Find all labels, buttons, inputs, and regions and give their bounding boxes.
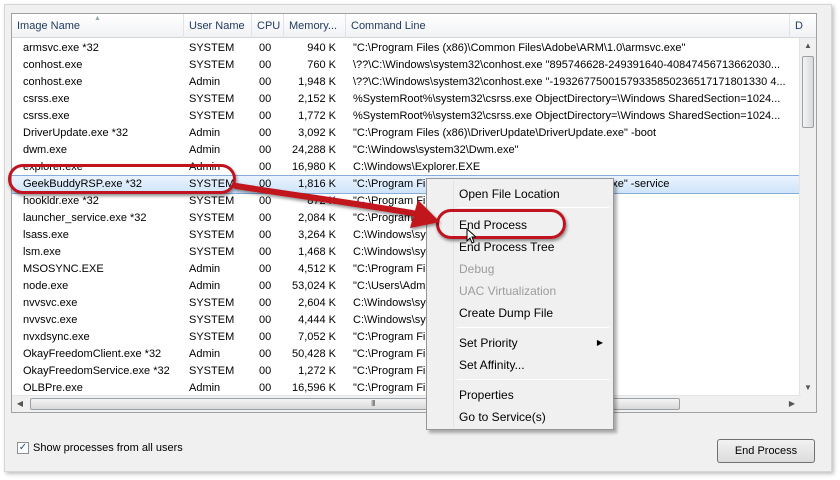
- annotation-arrow-icon: [233, 183, 440, 228]
- mouse-cursor-icon: [466, 228, 476, 244]
